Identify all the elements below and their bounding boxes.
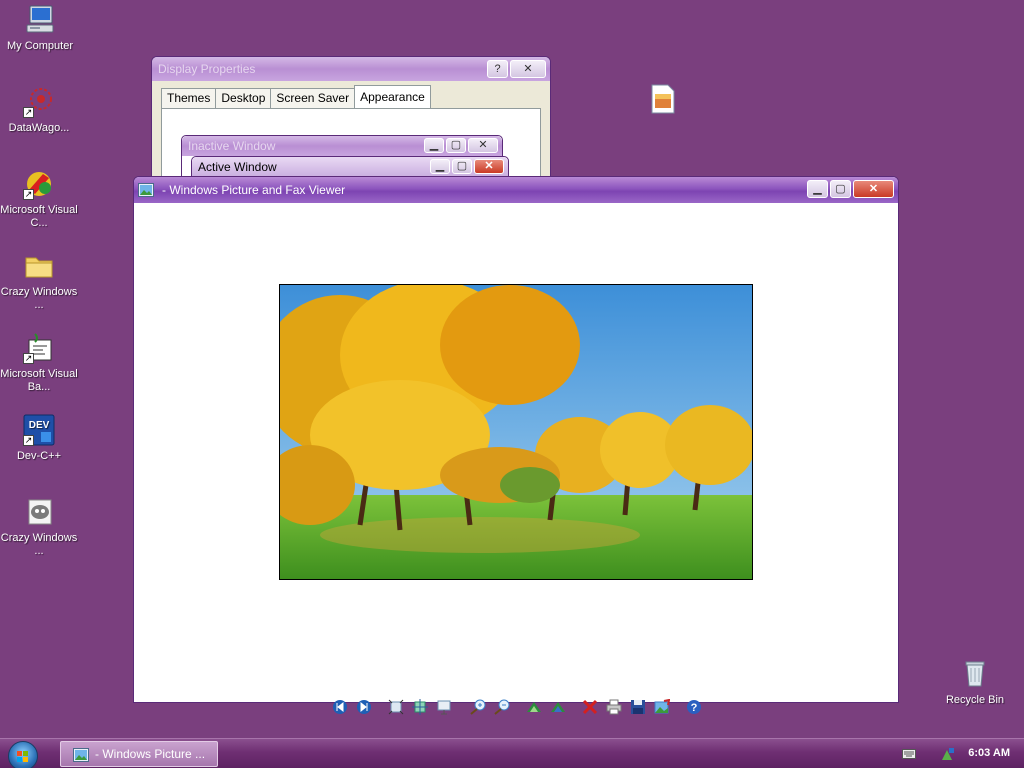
preview-minimize-icon: ▁ xyxy=(424,138,444,153)
desktop-icon-dev-cpp[interactable]: DEV ↗ Dev-C++ xyxy=(0,414,78,463)
desktop-icon-label: DataWago... xyxy=(8,122,70,134)
start-button[interactable] xyxy=(8,741,38,768)
preview-active-title: Active Window xyxy=(198,160,277,174)
print-icon[interactable] xyxy=(606,699,622,715)
display-properties-window[interactable]: Display Properties ? ✕ Themes Desktop Sc… xyxy=(151,56,551,196)
edit-icon[interactable] xyxy=(654,698,671,715)
my-computer-icon xyxy=(24,4,56,36)
keyboard-icon[interactable] xyxy=(902,749,916,759)
image-canvas: ? xyxy=(136,203,896,715)
preview-close-icon: ✕ xyxy=(474,159,504,174)
taskbar-task-picture-viewer[interactable]: - Windows Picture ... xyxy=(60,741,218,767)
folder-icon xyxy=(23,250,55,282)
tab-desktop[interactable]: Desktop xyxy=(215,88,272,108)
visual-c-icon: ↗ xyxy=(23,168,55,200)
image-file-icon[interactable] xyxy=(650,84,676,114)
preview-inactive-titlebar: Inactive Window ▁ ▢ ✕ xyxy=(182,136,502,156)
picture-viewer-app-icon xyxy=(138,181,154,197)
appearance-tab-panel: Inactive Window ▁ ▢ ✕ Active Window ▁ ▢ … xyxy=(161,108,541,196)
desktop-icon-recycle-bin[interactable]: Recycle Bin xyxy=(936,658,1014,707)
desktop-icon-crazy-windows-folder[interactable]: Crazy Windows ... xyxy=(0,250,78,312)
save-icon[interactable] xyxy=(630,699,646,715)
previous-image-icon[interactable] xyxy=(332,699,348,715)
tab-strip: Themes Desktop Screen Saver Appearance xyxy=(161,85,431,108)
picture-viewer-app-icon xyxy=(73,747,89,763)
raccoon-icon xyxy=(23,496,55,528)
next-image-icon[interactable] xyxy=(356,699,372,715)
desktop-icon-label: Dev-C++ xyxy=(16,450,62,462)
taskbar: - Windows Picture ... 6:03 AM xyxy=(0,738,1024,768)
recycle-bin-icon xyxy=(959,658,991,690)
network-icon[interactable] xyxy=(940,746,956,762)
shortcut-arrow-icon: ↗ xyxy=(23,189,34,200)
preview-minimize-icon: ▁ xyxy=(430,159,450,174)
preview-maximize-icon: ▢ xyxy=(452,159,472,174)
system-tray: 6:03 AM xyxy=(884,739,1024,768)
picture-viewer-window[interactable]: - Windows Picture and Fax Viewer ▁ ▢ ✕ ? xyxy=(133,176,899,715)
picture-viewer-titlebar[interactable]: - Windows Picture and Fax Viewer ▁ ▢ ✕ xyxy=(134,177,898,203)
desktop-icon-datawagon[interactable]: ↗ DataWago... xyxy=(0,86,78,135)
clock[interactable]: 6:03 AM xyxy=(968,747,1010,759)
help-icon[interactable]: ? xyxy=(686,699,702,715)
preview-inactive-title: Inactive Window xyxy=(188,139,276,153)
desktop-icon-visual-c[interactable]: ↗ Microsoft Visual C... xyxy=(0,168,78,230)
dev-cpp-icon: DEV ↗ xyxy=(23,414,55,446)
zoom-in-icon[interactable] xyxy=(470,699,486,715)
preview-active-titlebar: Active Window ▁ ▢ ✕ xyxy=(192,157,508,177)
desktop-icon-label: Microsoft Visual C... xyxy=(0,204,78,229)
windows-logo-icon xyxy=(17,751,28,762)
shortcut-arrow-icon: ↗ xyxy=(23,435,34,446)
taskbar-task-label: - Windows Picture ... xyxy=(95,747,206,761)
close-button[interactable]: ✕ xyxy=(510,60,546,78)
desktop-icon-label: Microsoft Visual Ba... xyxy=(0,368,78,393)
datawagon-icon: ↗ xyxy=(23,86,55,118)
actual-size-icon[interactable] xyxy=(412,699,428,715)
shortcut-arrow-icon: ↗ xyxy=(23,353,34,364)
desktop-icon-my-computer[interactable]: My Computer xyxy=(1,4,79,53)
rotate-clockwise-icon[interactable] xyxy=(526,699,542,715)
desktop-icon-label: My Computer xyxy=(6,40,74,52)
delete-icon[interactable] xyxy=(582,699,598,715)
rotate-counterclockwise-icon[interactable] xyxy=(550,699,566,715)
desktop-icon-crazy-windows-raccoon[interactable]: Crazy Windows ... xyxy=(0,496,78,558)
tab-themes[interactable]: Themes xyxy=(161,88,217,108)
maximize-button[interactable]: ▢ xyxy=(830,180,851,198)
preview-maximize-icon: ▢ xyxy=(446,138,466,153)
minimize-button[interactable]: ▁ xyxy=(807,180,828,198)
svg-text:?: ? xyxy=(691,702,698,714)
desktop-icon-label: Recycle Bin xyxy=(945,694,1005,706)
window-title: - Windows Picture and Fax Viewer xyxy=(162,183,346,197)
zoom-out-icon[interactable] xyxy=(494,699,510,715)
slideshow-icon[interactable] xyxy=(436,699,452,715)
desktop-icon-visual-basic[interactable]: ↗ Microsoft Visual Ba... xyxy=(0,332,78,394)
best-fit-icon[interactable] xyxy=(388,699,404,715)
display-properties-titlebar[interactable]: Display Properties ? ✕ xyxy=(152,57,550,81)
displayed-image xyxy=(279,284,753,580)
svg-text:DEV: DEV xyxy=(29,420,50,431)
shortcut-arrow-icon: ↗ xyxy=(23,107,34,118)
visual-basic-icon: ↗ xyxy=(23,332,55,364)
preview-close-icon: ✕ xyxy=(468,138,498,153)
help-button[interactable]: ? xyxy=(487,60,508,78)
tab-appearance[interactable]: Appearance xyxy=(354,85,431,108)
desktop-icon-label: Crazy Windows ... xyxy=(0,532,78,557)
tab-screen-saver[interactable]: Screen Saver xyxy=(270,88,356,108)
window-title: Display Properties xyxy=(158,62,256,76)
close-button[interactable]: ✕ xyxy=(853,180,894,198)
desktop-icon-label: Crazy Windows ... xyxy=(0,286,78,311)
